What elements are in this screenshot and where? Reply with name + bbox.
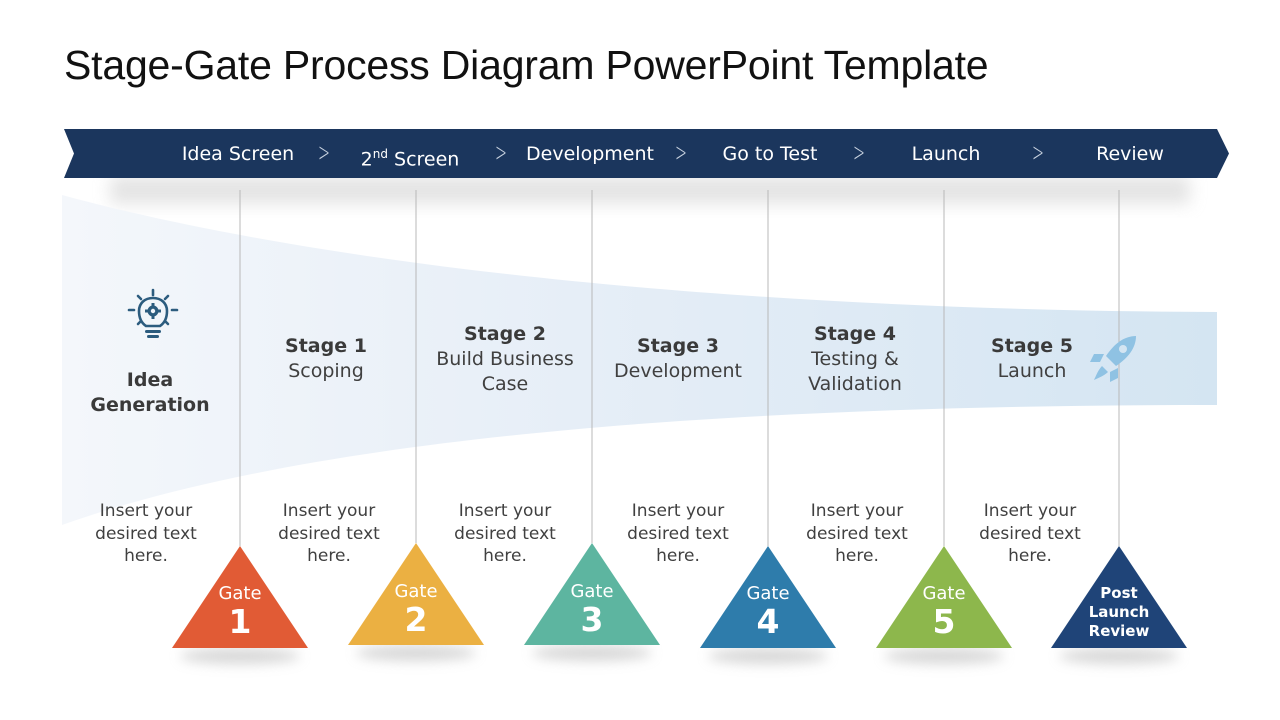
gate-shadow [180,648,300,664]
description-text: Insert your desired text here. [618,500,738,568]
description-line: Insert your [99,501,193,521]
stage-1: Stage 1 Scoping [285,334,367,384]
gate-number: 1 [228,602,252,641]
stage-title: Stage 1 [285,335,367,357]
idea-label-line2: Generation [90,394,210,416]
stage-description: Scoping [288,360,364,382]
gate-word: Gate [922,583,966,604]
description-text: Insert your desired text here. [269,500,389,568]
description-line: Insert your [810,501,904,521]
gate-2-label: Gate 2 [394,582,437,638]
description-line: Insert your [458,501,552,521]
description-line: here. [124,546,168,566]
stage-title: Stage 4 [814,323,896,345]
stage-description: Validation [808,373,902,395]
stage-description: Development [614,360,742,382]
banner-item-2nd-number: 2 [360,148,373,171]
gate-4-label: Gate 4 [746,584,789,640]
banner-item-development: Development [526,143,654,165]
description-text: Insert your desired text here. [797,500,917,568]
stage-description: Build Business [436,348,574,370]
description-line: desired text [806,523,908,544]
description-line: Insert your [631,501,725,521]
gate-number: 5 [932,602,956,641]
lightbulb-gear-icon [127,288,179,338]
description-line: here. [1008,546,1052,566]
gate-shadow [532,645,652,661]
idea-generation-label: Idea Generation [90,368,209,418]
banner-item-go-to-test: Go to Test [722,143,818,165]
gate-word: Gate [746,583,790,604]
chevron-right-icon: > [853,138,865,168]
stage-title: Stage 2 [464,323,546,345]
description-line: here. [483,546,527,566]
description-line: desired text [627,523,729,544]
description-line: desired text [979,523,1081,544]
gate-number: 3 [580,600,604,639]
chevron-right-icon: > [1032,138,1044,168]
stage-5: Stage 5 Launch [991,334,1073,384]
idea-label-line1: Idea [126,369,174,391]
description-line: desired text [454,523,556,544]
gate-word: Gate [394,581,438,602]
gate-shadow [1059,648,1179,664]
stage-title: Stage 3 [637,335,719,357]
stage-description: Launch [997,360,1067,382]
stage-4: Stage 4 Testing & Validation [808,322,902,397]
gate-number: 4 [756,602,780,641]
rocket-icon [1090,336,1136,382]
description-line: here. [835,546,879,566]
banner-shadow [110,176,1190,204]
banner-item-review: Review [1096,143,1164,165]
description-line: Insert your [282,501,376,521]
banner-item-2nd-rest: Screen [387,148,460,171]
gate-1-label: Gate 1 [218,584,261,640]
description-text: Insert your desired text here. [86,500,206,568]
description-line: desired text [278,523,380,544]
gate-5-label: Gate 5 [922,584,965,640]
chevron-right-icon: > [675,138,687,168]
gate-shadow [708,648,828,664]
description-line: here. [307,546,351,566]
stage-description: Case [481,373,529,395]
description-line: here. [656,546,700,566]
gate-shadow [356,645,476,661]
chevron-right-icon: > [495,138,507,168]
banner-item-idea-screen: Idea Screen [181,143,295,165]
description-text: Insert your desired text here. [445,500,565,568]
gate-number: 2 [404,600,428,639]
gate-line: Review [1088,622,1150,640]
banner-item-launch: Launch [911,143,981,165]
description-line: Insert your [983,501,1077,521]
description-line: desired text [95,523,197,544]
stage-2: Stage 2 Build Business Case [436,322,574,397]
gate-line: Launch [1088,603,1150,621]
description-text: Insert your desired text here. [970,500,1090,568]
banner-item-2nd-sup: nd [372,147,388,161]
post-launch-review-label: Post Launch Review [1089,584,1150,641]
stage-title: Stage 5 [991,335,1073,357]
banner-item-2nd-screen: 2nd Screen [360,140,460,171]
chevron-right-icon: > [318,138,330,168]
gate-shadow [884,648,1004,664]
stage-description: Testing & [811,348,899,370]
gate-line: Post [1100,584,1138,602]
gate-word: Gate [570,581,614,602]
stage-3: Stage 3 Development [614,334,742,384]
gate-word: Gate [218,583,262,604]
gate-3-label: Gate 3 [570,582,613,638]
